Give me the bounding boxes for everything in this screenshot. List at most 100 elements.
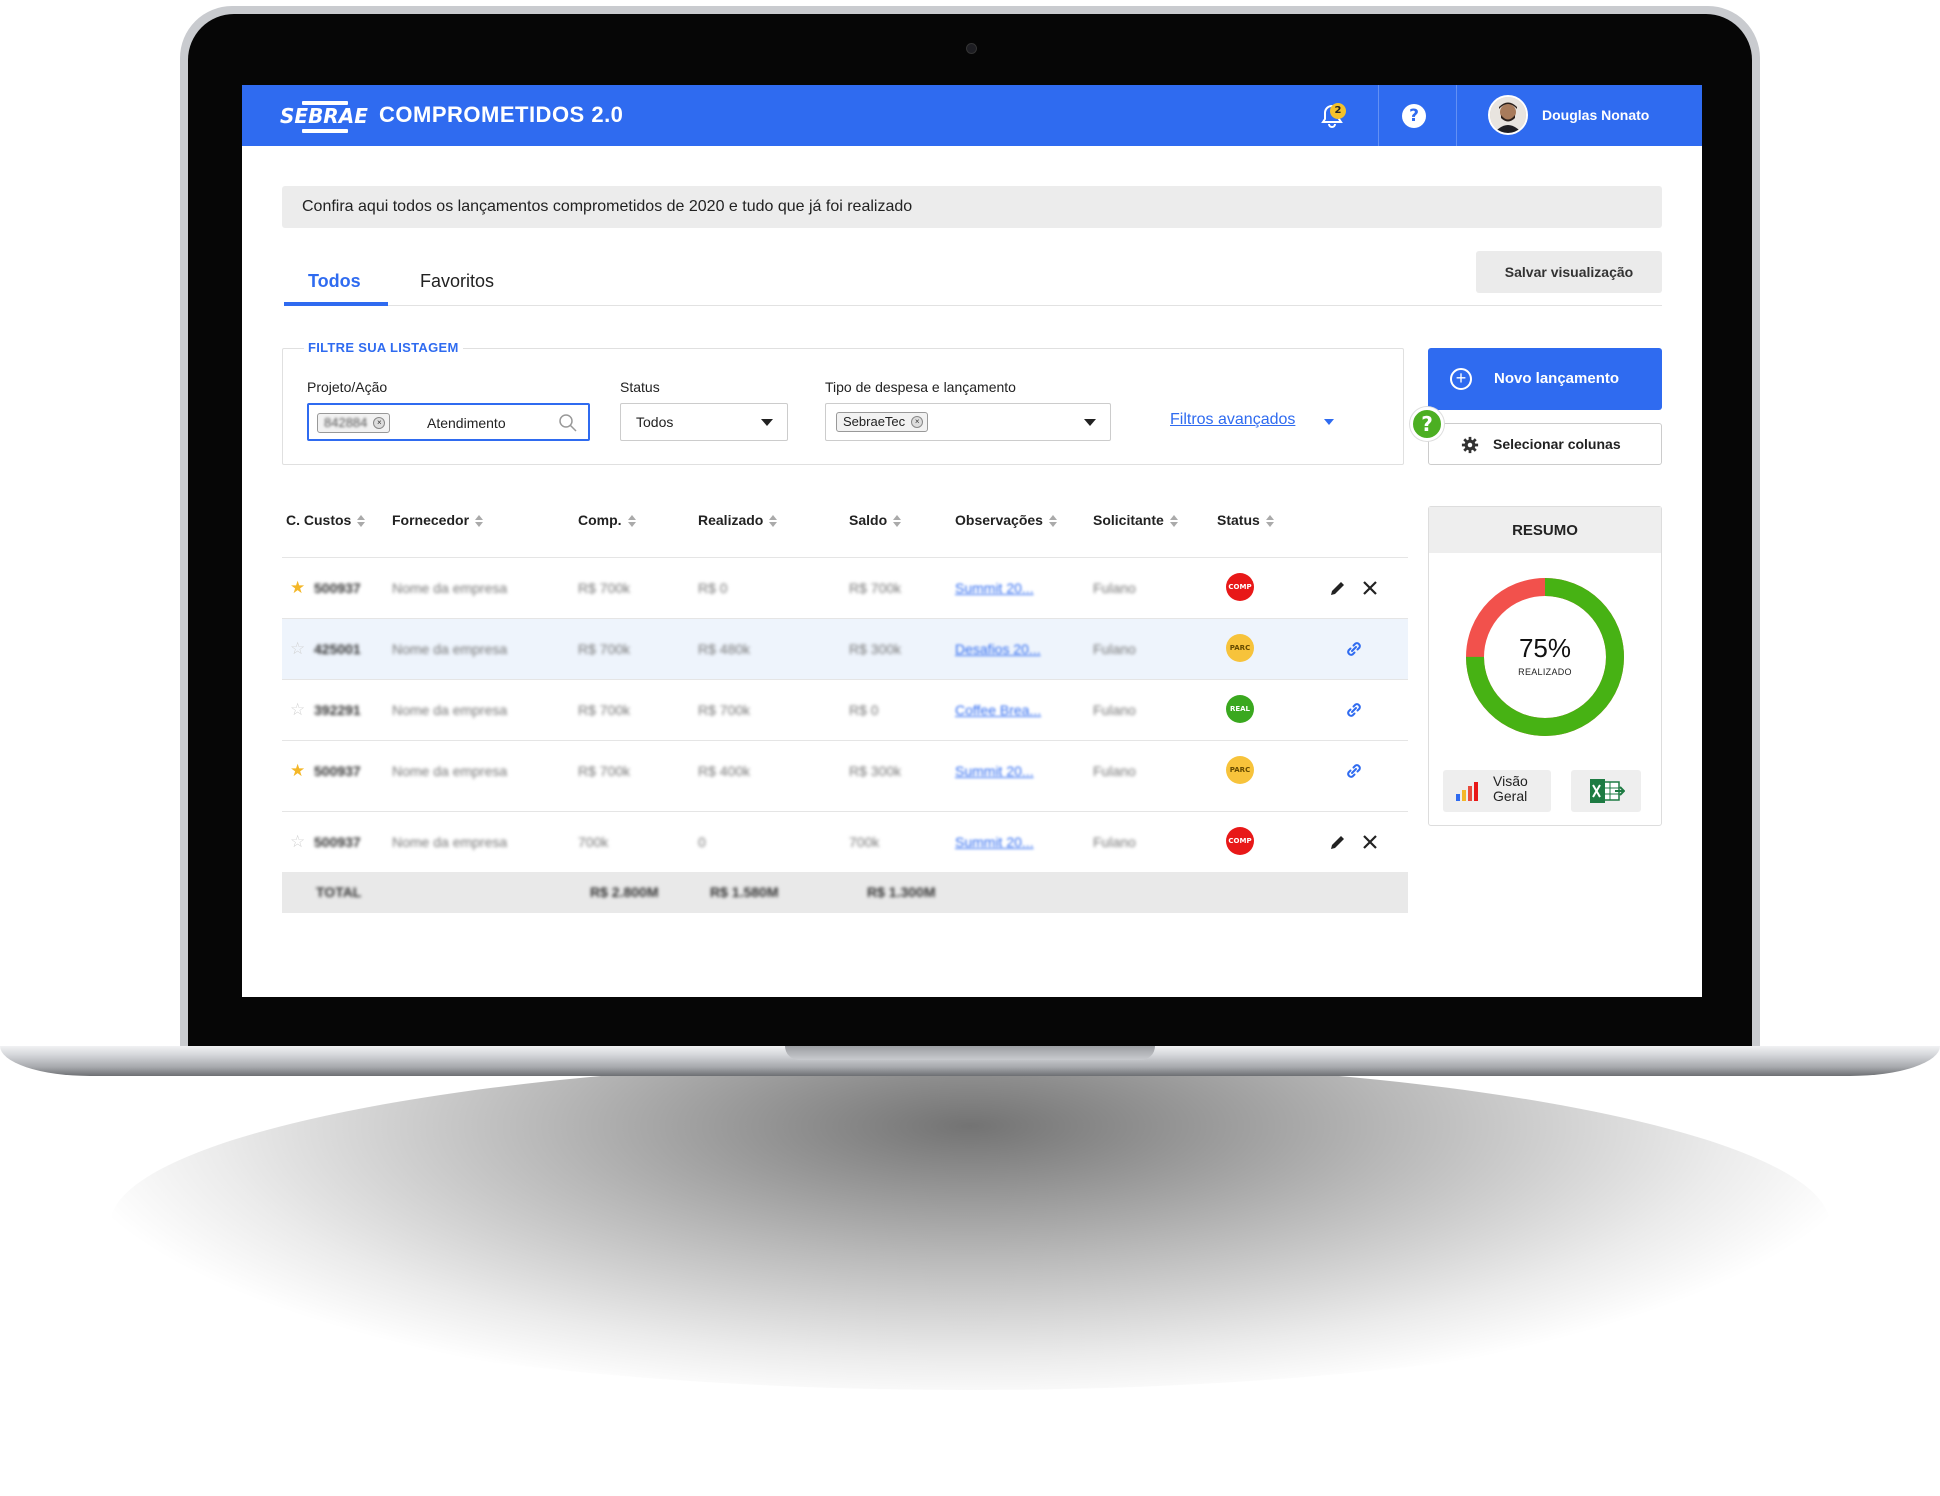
- col-header-fornecedor[interactable]: Fornecedor: [392, 512, 484, 528]
- close-icon[interactable]: [1360, 832, 1380, 852]
- cell-realizado: R$ 400k: [698, 763, 751, 779]
- cell-comp: R$ 700k: [578, 641, 631, 657]
- cell-saldo: R$ 300k: [849, 763, 902, 779]
- star-icon[interactable]: ★: [290, 578, 305, 598]
- new-entry-label: Novo lançamento: [1494, 370, 1620, 387]
- cell-observacoes-link[interactable]: Summit 20...: [955, 834, 1034, 850]
- projeto-chip-label: 842884: [324, 415, 368, 430]
- gear-icon: [1461, 436, 1479, 454]
- sort-icon: [357, 515, 366, 528]
- total-comp: R$ 2.800M: [590, 884, 659, 900]
- col-header-comp[interactable]: Comp.: [578, 512, 636, 528]
- tipo-chip[interactable]: SebraeTec ×: [836, 412, 929, 432]
- close-icon[interactable]: [1360, 578, 1380, 598]
- total-realizado: R$ 1.580M: [710, 884, 779, 900]
- user-name[interactable]: Douglas Nonato: [1542, 107, 1649, 123]
- pencil-icon[interactable]: [1328, 578, 1348, 598]
- status-badge: PARC: [1226, 756, 1254, 784]
- link-icon[interactable]: [1344, 700, 1364, 720]
- cell-observacoes-link[interactable]: Summit 20...: [955, 580, 1034, 596]
- cell-solicitante: Fulano: [1093, 834, 1136, 850]
- tipo-label: Tipo de despesa e lançamento: [825, 379, 1016, 395]
- cell-fornecedor: Nome da empresa: [392, 763, 508, 779]
- cell-comp: R$ 700k: [578, 702, 631, 718]
- total-label: TOTAL: [316, 884, 362, 900]
- cell-observacoes-link[interactable]: Summit 20...: [955, 763, 1034, 779]
- link-icon[interactable]: [1344, 639, 1364, 659]
- projeto-input[interactable]: 842884 × Atendimento: [307, 403, 590, 441]
- select-columns-button[interactable]: Selecionar colunas: [1428, 423, 1662, 465]
- projeto-chip[interactable]: 842884 ×: [317, 413, 391, 433]
- col-header-realizado[interactable]: Realizado: [698, 512, 778, 528]
- export-excel-button[interactable]: [1571, 770, 1641, 812]
- sort-icon: [1265, 515, 1274, 528]
- avatar[interactable]: [1488, 95, 1528, 135]
- cell-c-custos: 425001: [314, 641, 361, 657]
- star-icon[interactable]: ★: [290, 761, 305, 781]
- cell-c-custos: 500937: [314, 763, 361, 779]
- cell-solicitante: Fulano: [1093, 580, 1136, 596]
- cell-solicitante: Fulano: [1093, 763, 1136, 779]
- sebrae-logo[interactable]: SEBRAE: [280, 97, 368, 137]
- status-select[interactable]: Todos: [620, 403, 788, 441]
- laptop-shadow: [110, 1060, 1830, 1390]
- cell-c-custos: 392291: [314, 702, 361, 718]
- logo-text: SEBRAE: [280, 104, 368, 128]
- status-label: Status: [620, 379, 660, 395]
- resumo-title: RESUMO: [1429, 507, 1661, 553]
- status-badge: REAL: [1226, 695, 1254, 723]
- col-header-observacoes[interactable]: Observações: [955, 512, 1057, 528]
- star-outline-icon[interactable]: ☆: [290, 700, 305, 720]
- search-icon[interactable]: [558, 413, 578, 433]
- tipo-select[interactable]: SebraeTec ×: [825, 403, 1111, 441]
- col-header-status[interactable]: Status: [1217, 512, 1274, 528]
- table-row[interactable]: ★ 500937 Nome da empresa R$ 700k R$ 400k…: [282, 740, 1408, 801]
- save-view-button[interactable]: Salvar visualização: [1476, 251, 1662, 293]
- status-value: Todos: [636, 414, 674, 430]
- topbar-divider: [1378, 85, 1379, 146]
- cell-observacoes-link[interactable]: Coffee Brea...: [955, 702, 1041, 718]
- tipo-chip-label: SebraeTec: [843, 414, 906, 429]
- table-row[interactable]: ☆ 392291 Nome da empresa R$ 700k R$ 700k…: [282, 679, 1408, 740]
- col-header-solicitante[interactable]: Solicitante: [1093, 512, 1178, 528]
- laptop-notch: [785, 1046, 1155, 1060]
- chip-remove-icon[interactable]: ×: [911, 416, 924, 428]
- advanced-filters-link[interactable]: Filtros avançados: [1170, 411, 1295, 429]
- new-entry-button[interactable]: + Novo lançamento: [1428, 348, 1662, 410]
- app-screen: SEBRAE COMPROMETIDOS 2.0 2 ? Douglas Non…: [242, 85, 1702, 997]
- sort-icon: [1169, 515, 1178, 528]
- table-row[interactable]: ★ 500937 Nome da empresa R$ 700k R$ 0 R$…: [282, 557, 1408, 618]
- help-badge-icon[interactable]: ?: [1410, 407, 1444, 441]
- chip-remove-icon[interactable]: ×: [373, 417, 386, 429]
- sort-icon: [475, 515, 484, 528]
- cell-saldo: R$ 0: [849, 702, 879, 718]
- cell-comp: R$ 700k: [578, 580, 631, 596]
- table-row[interactable]: ☆ 425001 Nome da empresa R$ 700k R$ 480k…: [282, 618, 1408, 679]
- cell-fornecedor: Nome da empresa: [392, 702, 508, 718]
- pencil-icon[interactable]: [1328, 832, 1348, 852]
- plus-circle-icon: +: [1450, 368, 1472, 390]
- resumo-panel: RESUMO 75% REALIZADO Visão Geral: [1428, 506, 1662, 826]
- star-outline-icon[interactable]: ☆: [290, 639, 305, 659]
- sort-icon: [627, 515, 636, 528]
- cell-realizado: R$ 700k: [698, 702, 751, 718]
- cell-fornecedor: Nome da empresa: [392, 580, 508, 596]
- cell-observacoes-link[interactable]: Desafios 20...: [955, 641, 1041, 657]
- link-icon[interactable]: [1344, 761, 1364, 781]
- bar-chart-icon: [1456, 782, 1478, 801]
- visao-geral-button[interactable]: Visão Geral: [1443, 770, 1551, 812]
- help-icon[interactable]: ?: [1402, 104, 1426, 128]
- status-badge: COMP: [1226, 573, 1254, 601]
- chevron-down-icon: [1324, 419, 1334, 425]
- cell-fornecedor: Nome da empresa: [392, 834, 508, 850]
- star-outline-icon[interactable]: ☆: [290, 832, 305, 852]
- cell-realizado: R$ 0: [698, 580, 728, 596]
- status-badge: PARC: [1226, 634, 1254, 662]
- tab-todos[interactable]: Todos: [308, 271, 361, 292]
- tab-favoritos[interactable]: Favoritos: [420, 271, 494, 292]
- table-row[interactable]: ☆ 500937 Nome da empresa 700k 0 700k Sum…: [282, 811, 1408, 872]
- excel-icon: [1590, 779, 1625, 803]
- col-header-c-custos[interactable]: C. Custos: [286, 512, 366, 528]
- table-total-row: TOTAL R$ 2.800M R$ 1.580M R$ 1.300M: [282, 872, 1408, 913]
- col-header-saldo[interactable]: Saldo: [849, 512, 902, 528]
